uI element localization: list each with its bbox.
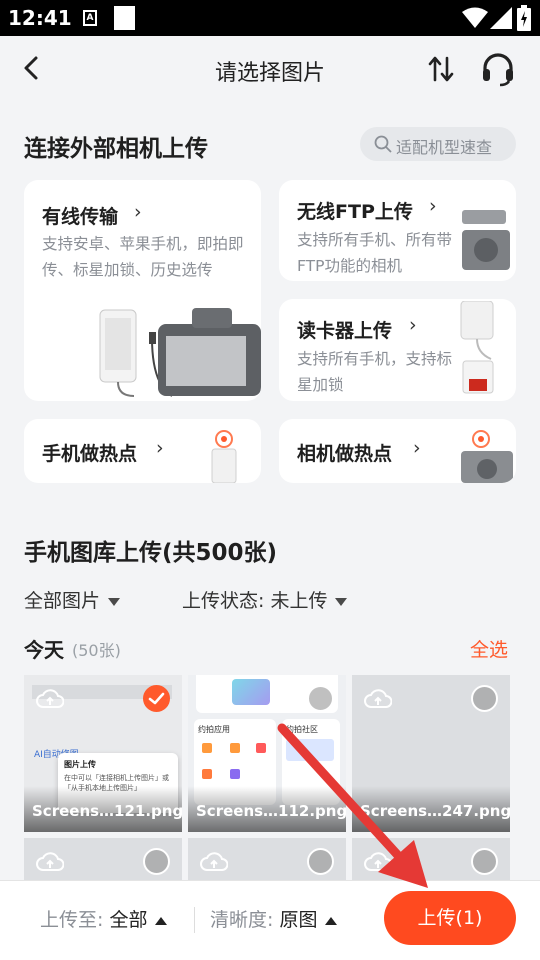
model-search-label: 适配机型速查 xyxy=(396,138,493,157)
select-all-button[interactable]: 全选 xyxy=(470,635,508,662)
thumb2-banner xyxy=(232,679,270,705)
model-search-button[interactable]: 适配机型速查 xyxy=(360,127,516,161)
dropdown-triangle-icon xyxy=(335,597,348,606)
card-reader-title: 读卡器上传 xyxy=(297,320,393,342)
cloud-upload-icon xyxy=(36,852,64,871)
cloud-upload-icon xyxy=(200,852,228,871)
camera-hotspot-card[interactable]: 相机做热点 › xyxy=(279,419,516,483)
photo-thumbnail[interactable]: Screens…247.png xyxy=(352,675,510,832)
app-tile-icon xyxy=(202,769,212,779)
filter-upload-status-dropdown[interactable]: 上传状态: 未上传 xyxy=(182,586,348,613)
bottom-action-bar: 上传至: 全部 清晰度: 原图 上传(1) xyxy=(0,880,540,960)
cloud-upload-icon xyxy=(200,689,228,708)
filter-all-images-label: 全部图片 xyxy=(24,590,101,612)
photo-thumbnail[interactable]: 约拍应用 约拍社区 Screens…112.png xyxy=(188,675,346,832)
upload-destination-value: 全部 xyxy=(109,909,148,931)
thumbnail-caption: Screens…121.png xyxy=(24,786,182,832)
filter-all-images-dropdown[interactable]: 全部图片 xyxy=(24,586,121,613)
dropdown-triangle-icon xyxy=(108,597,121,606)
search-icon xyxy=(374,135,392,153)
camera-hotspot-illustration xyxy=(461,430,513,483)
app-tile-icon xyxy=(230,743,240,753)
phone-hotspot-chevron-icon: › xyxy=(156,437,164,459)
gallery-section-title: 手机图库上传(共500张) xyxy=(24,540,278,566)
upload-destination-label: 上传至: xyxy=(40,909,104,931)
card-reader-chevron-icon: › xyxy=(409,314,417,336)
photo-thumbnail[interactable] xyxy=(24,838,182,880)
phone-hotspot-illustration xyxy=(211,430,237,483)
quality-selector[interactable]: 清晰度: 原图 xyxy=(210,905,338,932)
photo-thumbnail[interactable] xyxy=(188,838,346,880)
thumb2-label2: 约拍社区 xyxy=(286,725,318,734)
caret-up-icon xyxy=(325,916,338,925)
upload-button[interactable]: 上传(1) xyxy=(384,891,516,945)
filter-upload-status-label: 上传状态: 未上传 xyxy=(182,590,328,612)
wireless-ftp-title: 无线FTP上传 xyxy=(297,201,413,223)
quality-label: 清晰度: xyxy=(210,909,274,931)
thumbnail-checkbox[interactable] xyxy=(143,685,170,712)
wired-transfer-card[interactable]: 有线传输 › 支持安卓、苹果手机，即拍即传、标星加锁、历史选传 xyxy=(24,180,261,401)
app-tile-icon xyxy=(256,743,266,753)
cloud-upload-icon xyxy=(364,689,392,708)
thumbnail-checkbox[interactable] xyxy=(143,848,170,875)
thumbnail-checkbox[interactable] xyxy=(307,685,334,712)
thumbnail-checkbox[interactable] xyxy=(471,685,498,712)
notification-a-icon: A xyxy=(83,10,97,26)
thumbnail-caption: Screens…112.png xyxy=(188,786,346,832)
date-group-count: (50张) xyxy=(72,641,121,660)
caret-up-icon xyxy=(155,916,168,925)
external-camera-section-title: 连接外部相机上传 xyxy=(24,136,208,162)
status-bar: 12:41 A xyxy=(0,0,540,36)
app-tile-icon xyxy=(202,743,212,753)
notification-square-icon xyxy=(114,6,135,30)
wired-transfer-desc: 支持安卓、苹果手机，即拍即传、标星加锁、历史选传 xyxy=(42,235,244,279)
thumbnail-filename: Screens…247.png xyxy=(360,802,510,820)
cloud-upload-icon xyxy=(36,689,64,708)
card-reader-card[interactable]: 读卡器上传 › 支持所有手机，支持标星加锁 xyxy=(279,299,516,401)
date-group-label: 今天 xyxy=(24,638,64,662)
ftp-chevron-icon: › xyxy=(429,195,437,217)
card-reader-desc: 支持所有手机，支持标星加锁 xyxy=(297,350,453,394)
phone-card-reader-illustration xyxy=(460,301,494,394)
thumbnail-caption: Screens…247.png xyxy=(352,786,510,832)
status-time: 12:41 xyxy=(8,6,72,30)
camera-illustration xyxy=(462,210,510,270)
phone-camera-cable-illustration xyxy=(99,308,261,397)
page-title: 请选择图片 xyxy=(214,61,325,86)
thumb1-popup-title: 图片上传 xyxy=(64,760,96,769)
battery-icon xyxy=(517,5,531,31)
sort-icon[interactable] xyxy=(426,54,456,84)
divider xyxy=(194,907,195,933)
photo-thumbnail[interactable]: AI自动修图 图片上传 在中可以「连接相机上传图片」或「从手机本地上传图片」 S… xyxy=(24,675,182,832)
thumbnail-filename: Screens…112.png xyxy=(196,802,346,820)
wireless-ftp-desc: 支持所有手机、所有带FTP功能的相机 xyxy=(297,231,453,275)
camera-hotspot-title: 相机做热点 xyxy=(297,443,393,465)
checkmark-icon xyxy=(148,692,165,705)
signal-icon xyxy=(490,7,512,29)
camera-hotspot-chevron-icon: › xyxy=(413,437,421,459)
app-tile-icon xyxy=(230,769,240,779)
upload-destination-selector[interactable]: 上传至: 全部 xyxy=(40,905,168,932)
wireless-ftp-card[interactable]: 无线FTP上传 › 支持所有手机、所有带FTP功能的相机 xyxy=(279,180,516,281)
top-header: 请选择图片 xyxy=(0,36,540,102)
thumbnail-checkbox[interactable] xyxy=(471,848,498,875)
thumb2-label1: 约拍应用 xyxy=(198,725,230,734)
customer-service-headset-icon[interactable] xyxy=(480,51,516,87)
wired-chevron-icon: › xyxy=(134,201,142,223)
thumb2-community-banner xyxy=(286,739,334,761)
wired-transfer-title: 有线传输 xyxy=(42,206,119,228)
photo-thumbnail[interactable] xyxy=(352,838,510,880)
quality-value: 原图 xyxy=(279,909,318,931)
thumbnail-checkbox[interactable] xyxy=(307,848,334,875)
wifi-icon xyxy=(462,7,488,28)
phone-hotspot-card[interactable]: 手机做热点 › xyxy=(24,419,261,483)
thumbnail-filename: Screens…121.png xyxy=(32,802,182,820)
phone-hotspot-title: 手机做热点 xyxy=(42,443,138,465)
cloud-upload-icon xyxy=(364,852,392,871)
